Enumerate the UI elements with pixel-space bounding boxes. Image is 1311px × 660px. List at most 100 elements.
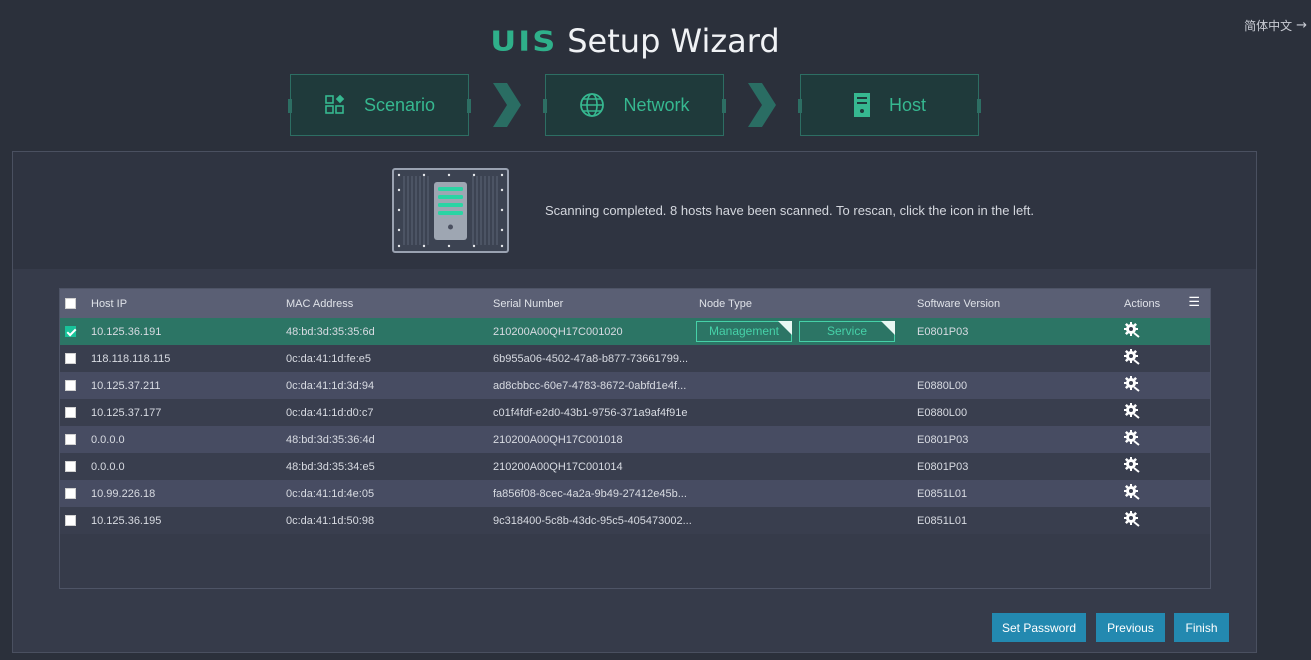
column-host-ip[interactable]: Host IP xyxy=(91,289,286,318)
chevron-right-icon xyxy=(469,83,545,127)
table-row[interactable]: 10.125.36.195 0c:da:41:1d:50:98 9c318400-5… xyxy=(60,507,1210,534)
serial-number-cell: fa856f08-8cec-4a2a-9b49-27412e45b... xyxy=(493,487,687,500)
host-ip-cell: 10.99.226.18 xyxy=(91,487,156,500)
node-type-service-tag[interactable]: Service xyxy=(799,321,895,342)
actions-cell xyxy=(1124,318,1210,345)
actions-cell xyxy=(1124,507,1210,534)
node-type-cell xyxy=(699,453,917,480)
step-host[interactable]: Host xyxy=(798,74,981,136)
column-menu-icon[interactable]: ☰ xyxy=(1188,294,1200,310)
host-ip-cell: 10.125.36.195 xyxy=(91,514,162,527)
software-version-cell: E0851L01 xyxy=(917,514,968,527)
globe-icon xyxy=(580,93,605,117)
row-checkbox[interactable] xyxy=(65,461,76,473)
software-version-cell: E0801P03 xyxy=(917,325,969,338)
host-ip-cell: 10.125.36.191 xyxy=(91,325,162,338)
node-type-cell xyxy=(699,399,917,426)
host-panel: Scanning completed. 8 hosts have been sc… xyxy=(12,151,1257,653)
scenario-icon xyxy=(325,94,345,114)
node-type-cell xyxy=(699,426,917,453)
actions-cell xyxy=(1124,399,1210,426)
host-settings-icon[interactable] xyxy=(1124,484,1140,503)
mac-address-cell: 48:bd:3d:35:35:6d xyxy=(286,325,375,338)
serial-number-cell: 9c318400-5c8b-43dc-95c5-405473002... xyxy=(493,514,692,527)
table-row[interactable]: 10.125.36.191 48:bd:3d:35:35:6d 210200A00Q… xyxy=(60,318,1210,345)
table-row[interactable]: 118.118.118.115 0c:da:41:1d:fe:e5 6b955a06… xyxy=(60,345,1210,372)
checkmark-corner-icon xyxy=(778,321,792,335)
software-version-cell: E0880L00 xyxy=(917,406,968,419)
page-header: UIS Setup Wizard xyxy=(0,22,1270,60)
hosts-table: Host IP MAC Address Serial Number Node T… xyxy=(59,288,1211,589)
software-version-cell: E0801P03 xyxy=(917,433,969,446)
node-type-cell: Management Service xyxy=(696,318,917,345)
host-ip-cell: 0.0.0.0 xyxy=(91,433,125,446)
software-version-cell xyxy=(917,345,1124,372)
mac-address-cell: 48:bd:3d:35:34:e5 xyxy=(286,460,375,473)
host-ip-cell: 10.125.37.211 xyxy=(91,379,161,392)
table-row[interactable]: 0.0.0.0 48:bd:3d:35:34:e5 210200A00QH17C00… xyxy=(60,453,1210,480)
node-type-cell xyxy=(699,507,917,534)
mac-address-cell: 48:bd:3d:35:36:4d xyxy=(286,433,375,446)
finish-button[interactable]: Finish xyxy=(1174,613,1229,642)
table-row[interactable]: 0.0.0.0 48:bd:3d:35:36:4d 210200A00QH17C00… xyxy=(60,426,1210,453)
column-mac-address[interactable]: MAC Address xyxy=(286,289,493,318)
row-checkbox[interactable] xyxy=(65,488,76,500)
previous-button[interactable]: Previous xyxy=(1096,613,1165,642)
serial-number-cell: ad8cbbcc-60e7-4783-8672-0abfd1e4f... xyxy=(493,379,687,392)
host-settings-icon[interactable] xyxy=(1124,349,1140,368)
table-header-row: Host IP MAC Address Serial Number Node T… xyxy=(60,289,1210,318)
column-serial-number[interactable]: Serial Number xyxy=(493,289,699,318)
row-checkbox[interactable] xyxy=(65,380,76,392)
step-network[interactable]: Network xyxy=(543,74,726,136)
actions-cell xyxy=(1124,480,1210,507)
serial-number-cell: c01f4fdf-e2d0-43b1-9756-371a9af4f91e xyxy=(493,406,688,419)
row-checkbox[interactable] xyxy=(65,353,76,365)
mac-address-cell: 0c:da:41:1d:50:98 xyxy=(286,514,375,527)
scan-status-message: Scanning completed. 8 hosts have been sc… xyxy=(545,203,1035,218)
host-settings-icon[interactable] xyxy=(1124,511,1140,530)
rescan-server-icon[interactable] xyxy=(392,168,509,253)
page-title: Setup Wizard xyxy=(567,22,780,60)
server-icon xyxy=(853,93,870,117)
node-type-cell xyxy=(699,372,917,399)
uis-logo: UIS xyxy=(490,26,557,56)
step-scenario[interactable]: Scenario xyxy=(288,74,471,136)
host-settings-icon[interactable] xyxy=(1124,376,1140,395)
table-row[interactable]: 10.125.37.177 0c:da:41:1d:d0:c7 c01f4fdf-e… xyxy=(60,399,1210,426)
serial-number-cell: 6b955a06-4502-47a8-b877-73661799... xyxy=(493,352,689,365)
row-checkbox[interactable] xyxy=(65,326,76,338)
step-scenario-label: Scenario xyxy=(363,94,436,115)
actions-cell xyxy=(1124,453,1210,480)
row-checkbox[interactable] xyxy=(65,515,76,527)
serial-number-cell: 210200A00QH17C001018 xyxy=(493,433,623,446)
software-version-cell: E0851L01 xyxy=(917,487,968,500)
actions-cell xyxy=(1124,345,1210,372)
column-node-type[interactable]: Node Type xyxy=(699,289,917,318)
host-settings-icon[interactable] xyxy=(1124,322,1140,341)
arrow-right-icon: → xyxy=(1296,18,1307,33)
actions-cell xyxy=(1124,426,1210,453)
host-ip-cell: 0.0.0.0 xyxy=(91,460,125,473)
host-settings-icon[interactable] xyxy=(1124,457,1140,476)
software-version-cell: E0880L00 xyxy=(917,379,968,392)
server-illustration xyxy=(397,173,504,248)
scan-section: Scanning completed. 8 hosts have been sc… xyxy=(13,152,1256,269)
column-software-version[interactable]: Software Version xyxy=(917,289,1124,318)
table-row[interactable]: 10.125.37.211 0c:da:41:1d:3d:94 ad8cbbcc-6… xyxy=(60,372,1210,399)
node-type-cell xyxy=(699,480,917,507)
row-checkbox[interactable] xyxy=(65,407,76,419)
select-all-checkbox[interactable] xyxy=(65,298,76,310)
actions-cell xyxy=(1124,372,1210,399)
step-network-label: Network xyxy=(623,94,690,115)
host-settings-icon[interactable] xyxy=(1124,430,1140,449)
checkmark-corner-icon xyxy=(881,321,895,335)
serial-number-cell: 210200A00QH17C001020 xyxy=(493,325,623,338)
wizard-steps: Scenario Network Host xyxy=(288,74,981,136)
node-type-management-tag[interactable]: Management xyxy=(696,321,792,342)
set-password-button[interactable]: Set Password xyxy=(992,613,1086,642)
table-row[interactable]: 10.99.226.18 0c:da:41:1d:4e:05 fa856f08-8c… xyxy=(60,480,1210,507)
host-ip-cell: 10.125.37.177 xyxy=(91,406,162,419)
row-checkbox[interactable] xyxy=(65,434,76,446)
host-settings-icon[interactable] xyxy=(1124,403,1140,422)
mac-address-cell: 0c:da:41:1d:d0:c7 xyxy=(286,406,374,419)
